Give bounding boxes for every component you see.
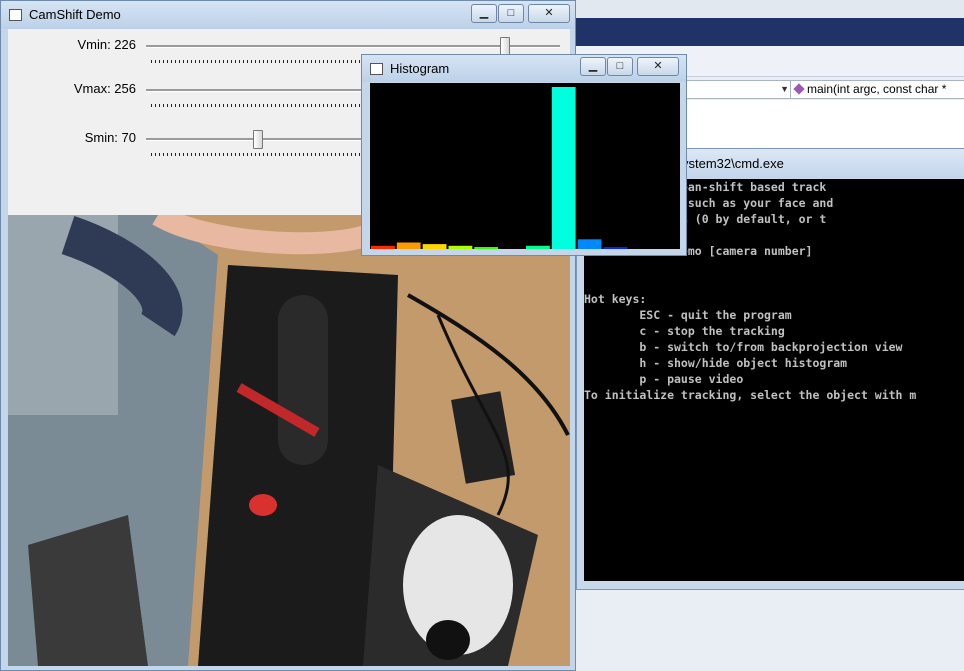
histogram-titlebar[interactable]: Histogram ▁ □ ✕ (362, 55, 686, 82)
histogram-canvas (370, 83, 680, 249)
ide-menubar (560, 18, 964, 46)
histogram-bar (396, 242, 421, 249)
histogram-bar (603, 247, 628, 249)
app-icon (9, 9, 22, 21)
minimize-button[interactable]: ▁ (580, 57, 606, 76)
close-button[interactable]: ✕ (528, 4, 570, 23)
cmd-title: ystem32\cmd.exe (682, 156, 784, 171)
vmin-label: Vmin: 226 (77, 37, 136, 52)
histogram-window[interactable]: Histogram ▁ □ ✕ (361, 54, 687, 256)
histogram-bar (474, 247, 499, 249)
chevron-down-icon[interactable]: ▼ (780, 84, 789, 94)
maximize-button[interactable]: □ (607, 57, 633, 76)
app-icon (370, 63, 383, 75)
histogram-bar (422, 244, 447, 249)
histogram-bar (551, 87, 576, 249)
histogram-bar (577, 239, 602, 249)
maximize-button[interactable]: □ (498, 4, 524, 23)
function-combo[interactable]: main(int argc, const char * (790, 80, 964, 99)
histogram-chart (371, 87, 628, 249)
ide-titlebar (560, 0, 964, 18)
camshift-title: CamShift Demo (29, 7, 121, 22)
histogram-title: Histogram (390, 61, 450, 76)
histogram-bar (448, 245, 473, 249)
function-combo-text: main(int argc, const char * (807, 82, 947, 96)
camshift-titlebar[interactable]: CamShift Demo ▁ □ ✕ (1, 1, 575, 29)
histogram-bar (371, 245, 395, 249)
histogram-bar (526, 245, 550, 249)
vmin-track[interactable] (146, 45, 560, 48)
smin-label: Smin: 70 (84, 130, 136, 145)
method-icon (793, 83, 805, 95)
camera-video-frame[interactable] (8, 215, 570, 666)
vmax-label: Vmax: 256 (73, 81, 136, 96)
close-button[interactable]: ✕ (637, 57, 679, 76)
smin-slider-thumb[interactable] (253, 130, 264, 149)
camera-scene (8, 215, 570, 666)
scope-combo[interactable]: ▼ (675, 80, 793, 99)
minimize-button[interactable]: ▁ (471, 4, 497, 23)
